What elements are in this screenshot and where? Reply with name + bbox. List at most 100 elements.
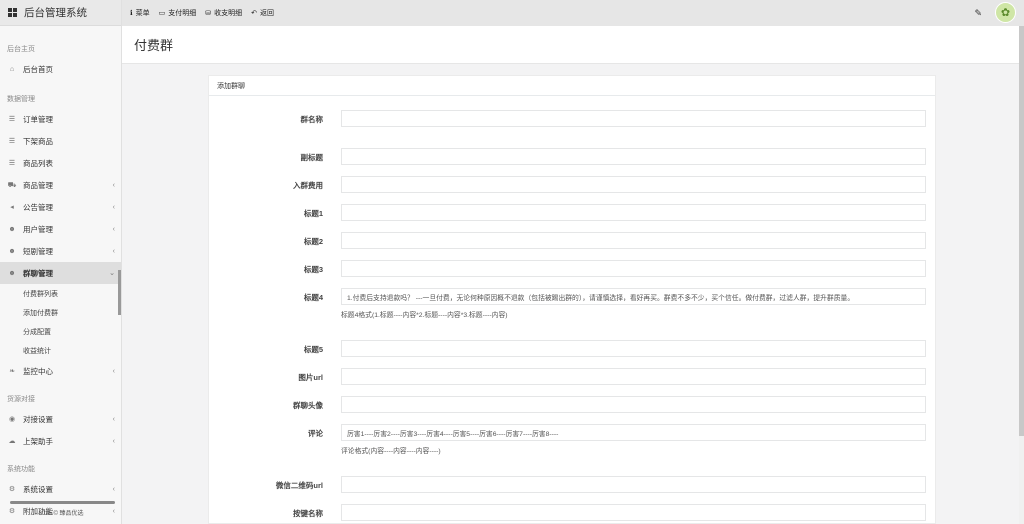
sidebar-item-monitoring[interactable]: ❧ 监控中心 ‹: [0, 360, 121, 382]
field-label: 标题2: [303, 237, 323, 246]
section-title-system: 系统功能: [7, 466, 35, 473]
sidebar-item-group-chats[interactable]: ☻ 群聊管理 ⌄: [0, 262, 121, 284]
brand: 后台管理系统: [0, 0, 121, 26]
fee-input[interactable]: [341, 176, 926, 193]
title1-input[interactable]: [341, 204, 926, 221]
sidebar-item-label: 系统设置: [23, 484, 53, 494]
field-label: 标题4: [303, 293, 323, 302]
chevron-left-icon: ‹: [112, 225, 115, 233]
wrench-icon[interactable]: ✎: [974, 8, 982, 19]
sidebar-item-dashboard[interactable]: ⌂ 后台首页: [0, 58, 121, 80]
submenu-add-paid-group[interactable]: 添加付费群: [0, 303, 121, 322]
sidebar-item-short-dramas[interactable]: ☻ 短剧管理 ‹: [0, 240, 121, 262]
chevron-down-icon: ⌄: [109, 270, 115, 277]
topbar-item-label: 返回: [260, 10, 275, 17]
topbar-income-details-button[interactable]: ⛁ 收支明细: [205, 8, 242, 18]
sidebar: 后台管理系统 后台主页 ⌂ 后台首页 数据管理 ☰ 订单管理 ☰ 下架商品 ☰ …: [0, 0, 122, 524]
sidebar-item-label: 商品管理: [23, 180, 53, 190]
field-label: 标题3: [303, 265, 323, 274]
add-group-form-card: 添加群聊 群名称 副标题 入群费用 标题1 标题2 标题3 标题4 1.付费后支…: [208, 75, 936, 524]
group-name-input[interactable]: [341, 110, 926, 127]
chevron-left-icon: ‹: [112, 247, 115, 255]
title4-help-text: 标题4格式(1.标题----内容*2.标题----内容*3.标题----内容): [341, 312, 508, 319]
chevron-left-icon: ‹: [112, 437, 115, 445]
title4-textarea[interactable]: 1.付费后支持退款吗？ ---一旦付费，无论何种原因概不退款（包括被踢出群的），…: [341, 288, 926, 305]
sidebar-item-label: 对接设置: [23, 414, 53, 424]
field-label: 标题5: [303, 345, 323, 354]
chevron-left-icon: ‹: [112, 181, 115, 189]
leaf-icon: ❧: [9, 368, 15, 375]
circle-icon: ◉: [8, 416, 16, 423]
chevron-left-icon: ‹: [112, 485, 115, 493]
sidebar-item-announcements[interactable]: ◂ 公告管理 ‹: [0, 196, 121, 218]
users-icon: ☻: [8, 269, 16, 277]
field-label: 微信二维码url: [275, 481, 323, 490]
sidebar-footer: 2025 © 臻品优选: [38, 510, 84, 517]
sidebar-nav: 后台主页 ⌂ 后台首页 数据管理 ☰ 订单管理 ☰ 下架商品 ☰ 商品列表 ⛟ …: [0, 26, 121, 522]
card-icon: ▭: [158, 10, 166, 17]
topbar: ℹ 菜单 ▭ 支付明细 ⛁ 收支明细 ↶ 返回 ✎ ✿: [122, 0, 1024, 26]
image-url-input[interactable]: [341, 368, 926, 385]
field-label: 评论: [308, 429, 323, 438]
sidebar-scrollbar[interactable]: [118, 270, 121, 315]
field-label: 入群费用: [293, 181, 323, 190]
field-label: 群聊头像: [293, 401, 323, 410]
users-icon: ☻: [8, 247, 16, 255]
topbar-payment-details-button[interactable]: ▭ 支付明细: [159, 8, 197, 18]
users-icon: ☻: [8, 225, 16, 233]
sidebar-item-label: 后台首页: [23, 64, 53, 74]
subtitle-input[interactable]: [341, 148, 926, 165]
cart-icon: ⛟: [7, 181, 17, 189]
sidebar-item-label: 公告管理: [23, 202, 53, 212]
avatar[interactable]: ✿: [995, 2, 1016, 23]
sidebar-item-integration-settings[interactable]: ◉ 对接设置 ‹: [0, 408, 121, 430]
page-scrollbar-thumb[interactable]: [1019, 26, 1024, 436]
topbar-back-button[interactable]: ↶ 返回: [251, 8, 274, 18]
submenu-revenue-stats[interactable]: 收益统计: [0, 341, 121, 360]
sidebar-item-system-settings[interactable]: ⚙ 系统设置 ‹: [0, 478, 121, 500]
sidebar-item-label: 下架商品: [23, 136, 53, 146]
form-header: 添加群聊: [209, 76, 935, 96]
title5-input[interactable]: [341, 340, 926, 357]
database-icon: ⛁: [205, 10, 212, 17]
sidebar-item-orders[interactable]: ☰ 订单管理: [0, 108, 121, 130]
field-label: 副标题: [300, 153, 324, 162]
gear-icon: ⚙: [8, 486, 16, 493]
section-title-home: 后台主页: [7, 46, 35, 53]
sidebar-item-label: 商品列表: [23, 158, 53, 168]
list-icon: ☰: [8, 138, 16, 145]
sidebar-item-label: 订单管理: [23, 114, 53, 124]
page-title: 付费群: [122, 26, 1024, 64]
page-scrollbar[interactable]: [1019, 26, 1024, 524]
field-label: 图片url: [298, 373, 323, 382]
title2-input[interactable]: [341, 232, 926, 249]
comments-textarea[interactable]: 厉害1----厉害2----厉害3----厉害4----厉害5----厉害6--…: [341, 424, 926, 441]
list-icon: ☰: [8, 116, 16, 123]
sidebar-item-product-list[interactable]: ☰ 商品列表: [0, 152, 121, 174]
field-label: 标题1: [303, 209, 323, 218]
submenu-share-config[interactable]: 分成配置: [0, 322, 121, 341]
sidebar-item-listing-assistant[interactable]: ☁ 上架助手 ‹: [0, 430, 121, 452]
button-name-input[interactable]: [341, 504, 926, 521]
sidebar-item-users[interactable]: ☻ 用户管理 ‹: [0, 218, 121, 240]
back-icon: ↶: [251, 10, 258, 17]
group-avatar-input[interactable]: [341, 396, 926, 413]
topbar-item-label: 收支明细: [214, 10, 243, 17]
submenu-paid-group-list[interactable]: 付费群列表: [0, 284, 121, 303]
section-title-data: 数据管理: [7, 96, 35, 103]
topbar-item-label: 支付明细: [168, 10, 197, 17]
info-icon: ℹ: [130, 10, 133, 17]
sidebar-item-label: 上架助手: [23, 436, 53, 446]
bullhorn-icon: ◂: [10, 204, 14, 211]
sidebar-item-label: 监控中心: [23, 366, 53, 376]
sidebar-item-label: 短剧管理: [23, 246, 53, 256]
chevron-left-icon: ‹: [112, 415, 115, 423]
title3-input[interactable]: [341, 260, 926, 277]
sidebar-item-label: 用户管理: [23, 224, 53, 234]
brand-title: 后台管理系统: [24, 7, 87, 19]
sidebar-item-products[interactable]: ⛟ 商品管理 ‹: [0, 174, 121, 196]
sidebar-item-offshelf[interactable]: ☰ 下架商品: [0, 130, 121, 152]
list-icon: ☰: [8, 160, 16, 167]
topbar-menu-button[interactable]: ℹ 菜单: [130, 8, 150, 18]
wechat-qr-url-input[interactable]: [341, 476, 926, 493]
